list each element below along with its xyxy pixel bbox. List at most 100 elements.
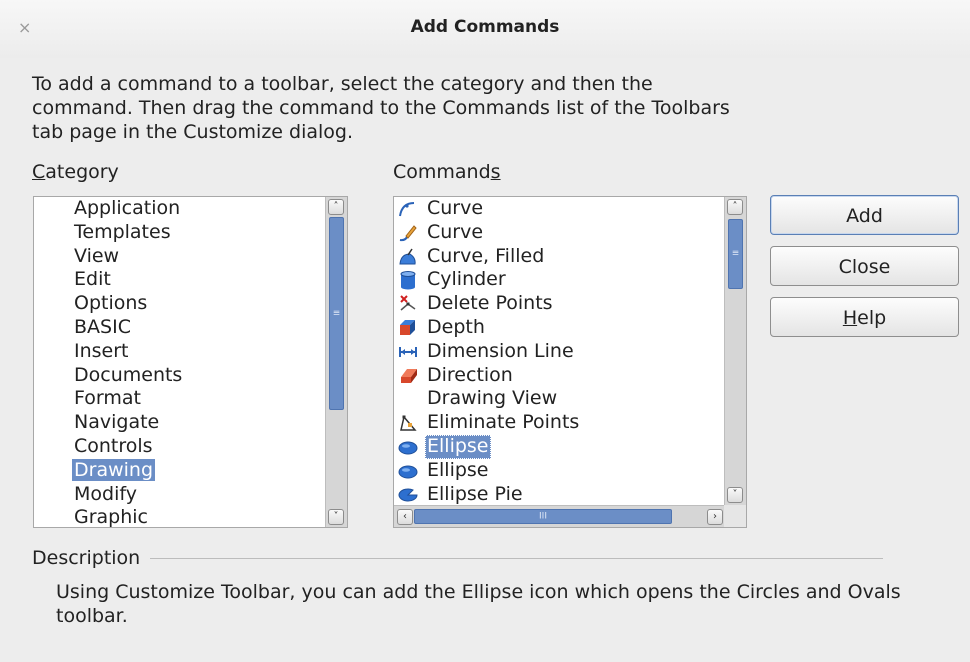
category-label-mnemonic: C <box>32 161 46 183</box>
commands-label-start: Command <box>393 161 491 183</box>
instructions-text: To add a command to a toolbar, select th… <box>32 73 730 143</box>
command-item[interactable]: Cylinder <box>398 268 579 292</box>
category-item[interactable]: Navigate <box>74 411 182 435</box>
dimension-line-icon <box>398 342 418 362</box>
category-item[interactable]: Modify <box>74 483 182 507</box>
category-item-label: BASIC <box>74 315 131 338</box>
command-item[interactable]: Direction <box>398 364 579 388</box>
command-item-label: Direction <box>427 363 513 386</box>
close-button[interactable]: Close <box>770 246 959 286</box>
command-item[interactable]: Curve <box>398 197 579 221</box>
category-item-label: Templates <box>74 220 171 243</box>
category-item[interactable]: View <box>74 245 182 269</box>
commands-vertical-scrollbar[interactable]: ˄ ≡ ˅ <box>724 197 746 505</box>
commands-label-mnemonic: s <box>490 161 501 183</box>
commands-items: Curve Curve Curve, Filled Cylinder Delet… <box>398 197 579 506</box>
title-bar: × Add Commands <box>0 0 970 58</box>
category-label: Category <box>32 161 119 183</box>
category-item-label: Navigate <box>74 411 160 434</box>
category-item[interactable]: Graphic <box>74 506 182 528</box>
category-item-label: Edit <box>74 268 111 291</box>
eliminate-points-icon <box>398 413 418 433</box>
command-item-label: Dimension Line <box>427 339 574 362</box>
command-item-label: Delete Points <box>427 292 553 315</box>
category-item-label: Options <box>74 292 148 315</box>
command-item-label: Curve <box>427 197 484 219</box>
scroll-thumb[interactable]: ≡ <box>329 217 344 410</box>
category-item-label: View <box>74 244 120 267</box>
category-item-label: Application <box>74 197 181 219</box>
help-button-mnemonic: H <box>842 307 858 329</box>
ellipse-icon <box>398 437 418 457</box>
command-item-label: Curve, Filled <box>427 244 545 267</box>
category-item-selected[interactable]: Drawing <box>72 458 182 483</box>
command-item[interactable]: Delete Points <box>398 292 579 316</box>
category-item[interactable]: Edit <box>74 268 182 292</box>
commands-horizontal-scrollbar[interactable]: ‹ III › <box>394 505 726 527</box>
category-item-label: Graphic <box>74 506 149 528</box>
description-label: Description <box>32 547 147 569</box>
command-item[interactable]: Curve, Filled <box>398 245 579 269</box>
category-list[interactable]: Application Templates View Edit Options … <box>33 196 348 528</box>
category-item-label: Controls <box>74 434 153 457</box>
category-item[interactable]: Controls <box>74 435 182 459</box>
command-item[interactable]: Ellipse Pie <box>398 483 579 507</box>
help-button[interactable]: Help <box>770 297 959 337</box>
scrollbar-corner <box>724 505 746 527</box>
cylinder-icon <box>398 270 418 290</box>
category-item[interactable]: Documents <box>74 364 182 388</box>
add-button[interactable]: Add <box>770 195 959 235</box>
description-text: Using Customize Toolbar, you can add the… <box>56 581 901 627</box>
help-button-rest: elp <box>857 307 887 329</box>
command-item-label: Drawing View <box>427 387 558 410</box>
command-item[interactable]: Drawing View <box>398 387 579 411</box>
category-item[interactable]: Format <box>74 387 182 411</box>
category-items: Application Templates View Edit Options … <box>72 197 182 528</box>
scroll-down-button[interactable]: ˅ <box>727 487 743 503</box>
category-item-label: Documents <box>74 363 183 386</box>
scroll-thumb[interactable]: ≡ <box>728 219 743 289</box>
scroll-up-button[interactable]: ˄ <box>328 199 344 215</box>
scroll-thumb[interactable]: III <box>414 509 672 524</box>
category-item[interactable]: Options <box>74 292 182 316</box>
command-item[interactable]: Dimension Line <box>398 340 579 364</box>
commands-label: Commands <box>393 161 501 183</box>
curve-icon <box>398 199 418 219</box>
scroll-left-button[interactable]: ‹ <box>397 509 413 525</box>
category-label-rest: ategory <box>45 161 119 183</box>
command-item[interactable]: Eliminate Points <box>398 411 579 435</box>
command-item-label: Ellipse <box>427 458 489 481</box>
command-item[interactable]: Ellipse <box>398 459 579 483</box>
scroll-right-button[interactable]: › <box>707 509 723 525</box>
scroll-down-button[interactable]: ˅ <box>328 509 344 525</box>
category-item-label: Modify <box>74 482 137 505</box>
freeform-curve-icon <box>398 223 418 243</box>
command-item-label: Ellipse Pie <box>427 482 523 505</box>
curve-filled-icon <box>398 246 418 266</box>
direction-icon <box>398 365 418 385</box>
window-title: Add Commands <box>410 17 560 37</box>
depth-icon <box>398 318 418 338</box>
command-item-label: Depth <box>427 315 485 338</box>
command-item-selected[interactable]: Ellipse <box>398 434 579 459</box>
command-item[interactable]: Curve <box>398 221 579 245</box>
category-scrollbar[interactable]: ˄ ≡ ˅ <box>325 197 347 527</box>
category-item[interactable]: Insert <box>74 340 182 364</box>
delete-points-icon <box>398 294 418 314</box>
command-item[interactable]: Depth <box>398 316 579 340</box>
category-item[interactable]: BASIC <box>74 316 182 340</box>
category-item-label: Format <box>74 387 141 410</box>
category-item[interactable]: Application <box>74 197 182 221</box>
category-item-label: Insert <box>74 339 129 362</box>
category-item-label: Drawing <box>72 458 156 481</box>
commands-list[interactable]: Curve Curve Curve, Filled Cylinder Delet… <box>393 196 747 528</box>
command-item-label: Curve <box>427 220 484 243</box>
command-item-label: Ellipse <box>425 434 491 459</box>
ellipse-pie-icon <box>398 484 418 504</box>
category-item[interactable]: Templates <box>74 221 182 245</box>
ellipse-icon <box>398 461 418 481</box>
scroll-up-button[interactable]: ˄ <box>727 199 743 215</box>
command-item-label: Eliminate Points <box>427 411 580 434</box>
description-divider <box>150 558 883 559</box>
command-item-label: Cylinder <box>427 268 506 291</box>
